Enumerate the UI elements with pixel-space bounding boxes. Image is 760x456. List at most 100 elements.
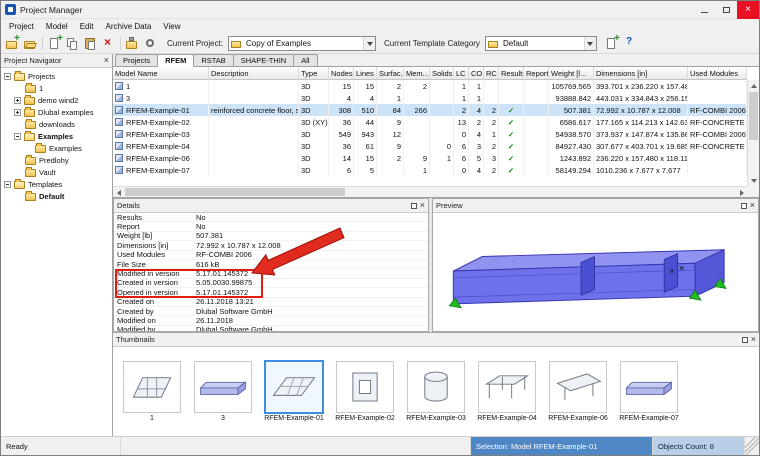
cell-results: ✓ xyxy=(499,128,524,140)
maximize-button[interactable] xyxy=(715,1,737,19)
scroll-up-icon[interactable] xyxy=(748,80,759,91)
table-row-rfem-example-01[interactable]: RFEM-Example-01reinforced concrete floor… xyxy=(113,104,747,116)
column-header-weight-l[interactable]: Weight [l... xyxy=(549,67,594,80)
cell-results: ✓ xyxy=(499,116,524,128)
settings-button[interactable] xyxy=(142,36,159,52)
minimize-button[interactable] xyxy=(693,1,715,19)
tree-item-dlubal-examples-3[interactable]: Dlubal examples xyxy=(1,106,112,118)
scroll-down-icon[interactable] xyxy=(748,175,759,186)
table-row-rfem-example-04[interactable]: RFEM-Example-043D366190632✓84927.430307.… xyxy=(113,140,747,152)
collapse-icon[interactable] xyxy=(4,73,11,80)
delete-button[interactable] xyxy=(100,36,117,52)
archive-button[interactable] xyxy=(124,36,141,52)
dropdown-arrow-icon[interactable] xyxy=(584,37,596,50)
column-header-lc[interactable]: LC xyxy=(454,67,469,80)
column-header-description[interactable]: Description xyxy=(209,67,299,80)
thumbnail-rfem-example-03[interactable]: RFEM-Example-03 xyxy=(405,361,467,422)
column-header-report[interactable]: Report xyxy=(524,67,549,80)
cell-rc: 1 xyxy=(484,128,499,140)
copy-button[interactable] xyxy=(64,36,81,52)
tree-item-default-10[interactable]: Default xyxy=(1,190,112,202)
new-template-button[interactable] xyxy=(603,36,620,52)
new-project-button[interactable] xyxy=(4,36,21,52)
thumbnail-rfem-example-04[interactable]: RFEM-Example-04 xyxy=(476,361,538,422)
help-button[interactable] xyxy=(621,36,638,52)
open-project-button[interactable] xyxy=(22,36,39,52)
column-header-nodes[interactable]: Nodes xyxy=(329,67,354,80)
column-header-rc[interactable]: RC xyxy=(484,67,499,80)
tab-all[interactable]: All xyxy=(293,54,317,66)
menu-item-view[interactable]: View xyxy=(157,21,186,32)
collapse-icon[interactable] xyxy=(4,181,11,188)
column-header-used-modules[interactable]: Used Modules xyxy=(688,67,747,80)
scroll-right-icon[interactable] xyxy=(736,187,747,198)
cell-desc xyxy=(209,80,299,92)
new-model-button[interactable] xyxy=(46,36,63,52)
tree-item-examples-5[interactable]: Examples xyxy=(1,130,112,142)
scrollbar-thumb[interactable] xyxy=(125,188,345,196)
tree-item-projects-0[interactable]: Projects xyxy=(1,70,112,82)
column-header-co[interactable]: CO xyxy=(469,67,484,80)
table-horizontal-scrollbar[interactable] xyxy=(113,186,747,197)
thumbnail-rfem-example-06[interactable]: RFEM-Example-06 xyxy=(547,361,609,422)
column-header-mem[interactable]: Mem... xyxy=(404,67,430,80)
tree-item-downloads-4[interactable]: downloads xyxy=(1,118,112,130)
thumbnail-rfem-example-01[interactable]: RFEM-Example-01 xyxy=(263,361,325,422)
column-header-type[interactable]: Type xyxy=(299,67,329,80)
table-row-rfem-example-06[interactable]: RFEM-Example-063D1415291653✓1243.892236.… xyxy=(113,152,747,164)
cell-lines: 510 xyxy=(354,104,377,116)
tab-projects[interactable]: Projects xyxy=(115,54,158,66)
table-row-rfem-example-03[interactable]: RFEM-Example-033D54994312041✓54938.57037… xyxy=(113,128,747,140)
current-project-combobox[interactable]: Copy of Examples xyxy=(228,36,376,51)
tree-item-1-1[interactable]: 1 xyxy=(1,82,112,94)
tree-item-predlohy-7[interactable]: Predlohy xyxy=(1,154,112,166)
tree-item-templates-9[interactable]: Templates xyxy=(1,178,112,190)
tab-shape-thin[interactable]: SHAPE-THIN xyxy=(233,54,294,66)
thumbnail-3[interactable]: 3 xyxy=(192,361,254,422)
tree-item-examples-6[interactable]: Examples xyxy=(1,142,112,154)
thumbnail-rfem-example-07[interactable]: RFEM-Example-07 xyxy=(618,361,680,422)
titlebar[interactable]: Project Manager × xyxy=(1,1,759,19)
column-header-solids[interactable]: Solids xyxy=(430,67,454,80)
close-panel-icon[interactable]: × xyxy=(420,202,425,209)
tab-rstab[interactable]: RSTAB xyxy=(193,54,233,66)
table-vertical-scrollbar[interactable] xyxy=(747,80,759,186)
pin-icon[interactable] xyxy=(741,203,747,209)
expand-icon[interactable] xyxy=(14,97,21,104)
table-row-rfem-example-07[interactable]: RFEM-Example-073D651042✓58149.2941010.23… xyxy=(113,164,747,176)
close-panel-icon[interactable]: × xyxy=(750,202,755,209)
table-row-rfem-example-02[interactable]: RFEM-Example-023D (XY)364491322✓6586.617… xyxy=(113,116,747,128)
tab-rfem[interactable]: RFEM xyxy=(157,54,194,67)
column-header-model-name[interactable]: Model Name xyxy=(113,67,209,80)
menu-item-archive-data[interactable]: Archive Data xyxy=(100,21,158,32)
menu-item-model[interactable]: Model xyxy=(40,21,74,32)
tree-item-demo-wind2-2[interactable]: demo wind2 xyxy=(1,94,112,106)
column-header-surfac[interactable]: Surfac... xyxy=(377,67,404,80)
archive-icon xyxy=(126,37,139,50)
paste-button[interactable] xyxy=(82,36,99,52)
resize-grip[interactable] xyxy=(745,437,759,455)
menu-item-edit[interactable]: Edit xyxy=(74,21,100,32)
table-row-3[interactable]: 33D4411193888.842443.031 x 334.843 x 256… xyxy=(113,92,747,104)
dropdown-arrow-icon[interactable] xyxy=(363,37,375,50)
close-panel-icon[interactable]: × xyxy=(751,336,756,343)
column-header-results[interactable]: Results xyxy=(499,67,524,80)
pin-icon[interactable] xyxy=(411,203,417,209)
thumbnail-rfem-example-02[interactable]: RFEM-Example-02 xyxy=(334,361,396,422)
close-button[interactable]: × xyxy=(737,1,759,19)
close-panel-icon[interactable]: × xyxy=(104,57,109,64)
thumbnail-1[interactable]: 1 xyxy=(121,361,183,422)
scrollbar-thumb[interactable] xyxy=(749,92,758,140)
current-template-combobox[interactable]: Default xyxy=(485,36,597,51)
scroll-left-icon[interactable] xyxy=(113,187,124,198)
expand-icon[interactable] xyxy=(14,109,21,116)
collapse-icon[interactable] xyxy=(14,133,21,140)
menu-item-project[interactable]: Project xyxy=(3,21,40,32)
column-header-lines[interactable]: Lines xyxy=(354,67,377,80)
tree-item-vault-8[interactable]: Vault xyxy=(1,166,112,178)
preview-viewport[interactable] xyxy=(433,212,758,331)
pin-icon[interactable] xyxy=(742,337,748,343)
table-row-1[interactable]: 13D15152211105769.565393.701 x 236.220 x… xyxy=(113,80,747,92)
table-header-row: Model NameDescriptionTypeNodesLinesSurfa… xyxy=(113,67,747,80)
column-header-dimensions-in[interactable]: Dimensions [in] xyxy=(594,67,688,80)
